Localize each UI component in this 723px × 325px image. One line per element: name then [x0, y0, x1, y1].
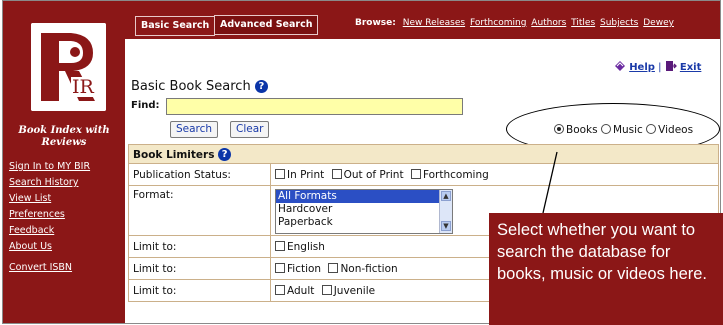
search-input[interactable]	[166, 98, 463, 115]
checkbox-adult[interactable]	[275, 284, 285, 295]
help-icon	[615, 61, 625, 71]
sidebar-item-sign-in[interactable]: Sign In to MY BIR	[9, 161, 121, 172]
checkbox-label: Out of Print	[343, 168, 404, 181]
table-row: Publication Status: In Print Out of Prin…	[128, 163, 719, 186]
exit-link[interactable]: Exit	[680, 62, 702, 73]
browse-forthcoming[interactable]: Forthcoming	[470, 18, 526, 28]
question-icon[interactable]: ?	[218, 147, 232, 161]
sidebar-item-feedback[interactable]: Feedback	[9, 225, 121, 236]
radio-books[interactable]	[554, 124, 564, 134]
list-item[interactable]: Hardcover	[276, 203, 452, 216]
browse-bar: Browse: New Releases Forthcoming Authors…	[355, 17, 676, 29]
radio-music-label: Music	[612, 124, 643, 136]
checkbox-label: Juvenile	[333, 284, 376, 297]
sidebar-item-search-history[interactable]: Search History	[9, 177, 121, 188]
media-type-selector: Books Music Videos	[554, 124, 693, 136]
sidebar-item-view-list[interactable]: View List	[9, 193, 121, 204]
page-title: Basic Book Search ?	[131, 79, 268, 94]
checkbox-out-of-print[interactable]	[331, 168, 342, 179]
browse-authors[interactable]: Authors	[531, 18, 566, 28]
chevron-up-icon[interactable]: ▲	[441, 191, 451, 201]
help-link[interactable]: Help	[629, 62, 655, 73]
sidebar-nav: Sign In to MY BIR Search History View Li…	[9, 161, 121, 278]
format-listbox[interactable]: All Formats Hardcover Paperback ▲ ▼	[275, 189, 453, 234]
radio-books-label: Books	[566, 124, 598, 136]
radio-videos[interactable]	[646, 124, 657, 134]
top-bar: Basic Search Advanced Search Browse: New…	[125, 1, 720, 39]
radio-music[interactable]	[600, 124, 611, 134]
checkbox-label: Forthcoming	[422, 168, 489, 181]
checkbox-label: Adult	[287, 284, 315, 297]
checkbox-label: Non-fiction	[340, 262, 398, 275]
tab-advanced-search[interactable]: Advanced Search	[214, 15, 319, 35]
checkbox-label: In Print	[287, 168, 325, 181]
format-label: Format:	[128, 185, 271, 236]
help-exit-links: Help | Exit	[614, 60, 701, 73]
checkbox-label: English	[287, 240, 325, 253]
checkbox-english[interactable]	[275, 240, 285, 251]
browse-new-releases[interactable]: New Releases	[403, 18, 465, 28]
chevron-down-icon[interactable]: ▼	[441, 221, 451, 231]
publication-status-options: In Print Out of Print Forthcoming	[270, 163, 719, 186]
browse-label: Browse:	[355, 18, 396, 28]
limiters-heading: Book Limiters ?	[128, 144, 719, 164]
listbox-scrollbar[interactable]: ▲ ▼	[439, 190, 452, 233]
bir-logo: IR	[31, 23, 106, 111]
publication-status-label: Publication Status:	[128, 163, 271, 186]
sidebar-item-preferences[interactable]: Preferences	[9, 209, 121, 220]
browse-subjects[interactable]: Subjects	[600, 18, 638, 28]
checkbox-forthcoming[interactable]	[410, 168, 421, 179]
checkbox-fiction[interactable]	[275, 262, 285, 273]
limiters-header-row: Book Limiters ?	[128, 144, 719, 164]
logo-lettering: IR	[71, 76, 95, 98]
checkbox-juvenile[interactable]	[321, 284, 332, 295]
question-icon[interactable]: ?	[254, 80, 268, 93]
sidebar: IR Book Index with Reviews Sign In to MY…	[3, 1, 125, 323]
help-separator: |	[658, 62, 662, 73]
radio-videos-label: Videos	[658, 124, 694, 136]
page-title-text: Basic Book Search	[131, 79, 251, 94]
checkbox-label: Fiction	[287, 262, 322, 275]
sidebar-item-about-us[interactable]: About Us	[9, 241, 121, 252]
find-label: Find:	[131, 100, 160, 111]
browse-titles[interactable]: Titles	[571, 18, 595, 28]
limit-to-label: Limit to:	[128, 235, 271, 258]
exit-icon	[665, 61, 677, 71]
tagline: Book Index with Reviews	[18, 125, 110, 148]
sidebar-item-convert-isbn[interactable]: Convert ISBN	[9, 262, 121, 273]
checkbox-in-print[interactable]	[275, 168, 285, 179]
limit-to-label: Limit to:	[128, 279, 271, 302]
limiters-heading-text: Book Limiters	[133, 148, 215, 161]
tab-basic-search[interactable]: Basic Search	[135, 16, 216, 36]
list-item[interactable]: All Formats	[276, 190, 452, 203]
limit-to-label: Limit to:	[128, 257, 271, 280]
callout-box: Select whether you want to search the da…	[489, 213, 723, 325]
list-item[interactable]: Paperback	[276, 216, 452, 229]
clear-button[interactable]: Clear	[230, 121, 270, 138]
checkbox-non-fiction[interactable]	[328, 262, 339, 273]
browse-dewey[interactable]: Dewey	[643, 18, 674, 28]
search-button[interactable]: Search	[170, 121, 219, 138]
